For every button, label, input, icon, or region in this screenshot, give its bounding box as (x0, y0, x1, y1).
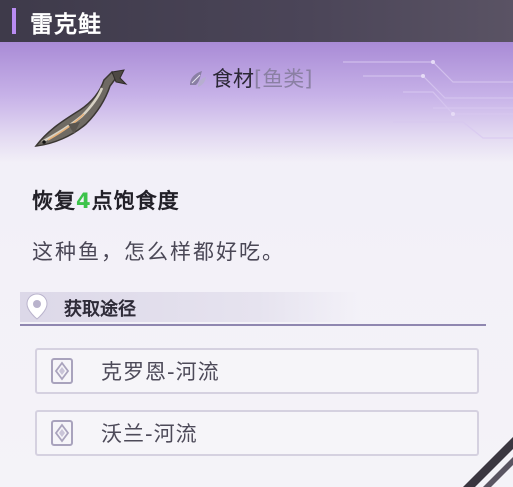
item-detail-card: 雷克鲑 食材 [鱼类] 恢复4点饱食度 这种鱼，怎么样都好吃。 获取途径 克罗恩… (0, 0, 513, 487)
corner-decoration (463, 437, 513, 487)
leaf-flame-icon (190, 71, 206, 87)
effect-prefix: 恢复 (32, 189, 76, 213)
item-category: 食材 [鱼类] (186, 62, 312, 94)
subcategory-label: [鱼类] (254, 67, 313, 91)
source-label: 获取途径 (64, 299, 136, 320)
effect-text: 恢复4点饱食度 (32, 185, 180, 215)
fish-icon (34, 69, 128, 147)
source-item-text: 克罗恩-河流 (101, 360, 220, 384)
effect-suffix: 点饱食度 (91, 189, 180, 213)
diamond-emblem-icon (51, 420, 73, 446)
source-header: 获取途径 (20, 292, 492, 326)
source-item-text: 沃兰-河流 (101, 422, 198, 446)
source-item-2[interactable]: 沃兰-河流 (35, 410, 479, 456)
effect-value: 4 (76, 189, 92, 213)
diamond-emblem-icon (51, 358, 73, 384)
source-item-1[interactable]: 克罗恩-河流 (35, 348, 479, 394)
location-pin-icon (26, 293, 48, 320)
title-accent-bar (12, 8, 16, 34)
decorative-lines (343, 60, 513, 139)
item-title: 雷克鲑 (30, 12, 102, 38)
title-bar: 雷克鲑 (0, 0, 513, 42)
category-label: 食材 (212, 67, 254, 91)
source-underline (20, 324, 486, 326)
item-description: 这种鱼，怎么样都好吃。 (32, 240, 285, 264)
